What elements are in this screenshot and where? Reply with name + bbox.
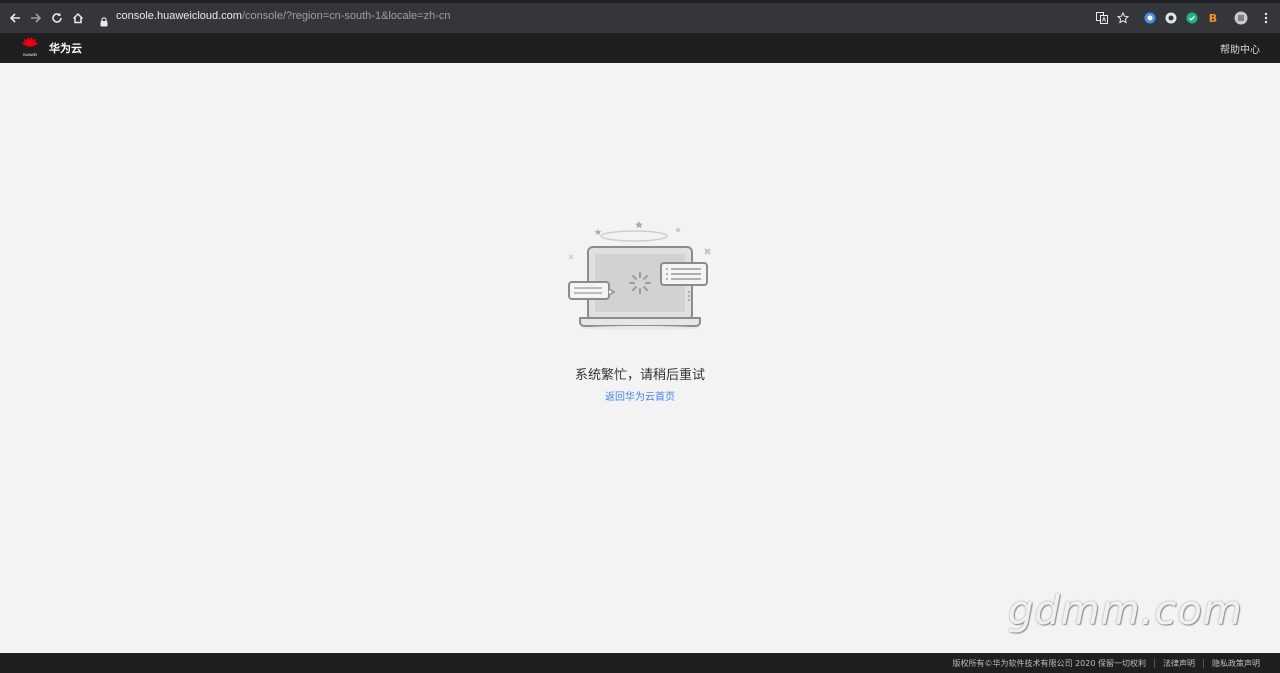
top-nav: HUAWEI 华为云 帮助中心 (0, 33, 1280, 63)
extension-green-icon[interactable] (1184, 10, 1200, 26)
brand-name[interactable]: 华为云 (49, 40, 82, 56)
address-bar[interactable]: console.huaweicloud.com/console/?region=… (92, 7, 1138, 29)
reload-icon[interactable] (47, 8, 67, 28)
url-host: console.huaweicloud.com (116, 10, 242, 22)
logo-text: HUAWEI (23, 53, 37, 57)
footer-divider (1203, 659, 1204, 668)
system-busy-illustration (564, 218, 716, 332)
legal-notice-link[interactable]: 法律声明 (1163, 658, 1195, 669)
profile-avatar[interactable] (1233, 10, 1249, 26)
huawei-logo-icon[interactable]: HUAWEI (20, 36, 40, 58)
forward-arrow-icon[interactable] (26, 8, 46, 28)
help-center-link[interactable]: 帮助中心 (1220, 41, 1260, 56)
translate-icon[interactable] (1094, 10, 1110, 26)
footer-links: 版权所有©华为软件技术有限公司 2020 保留一切权利 法律声明 隐私政策声明 (953, 658, 1260, 669)
error-message: 系统繁忙，请稍后重试 (574, 368, 705, 383)
extension-white-icon[interactable] (1163, 10, 1179, 26)
url-text: console.huaweicloud.com/console/?region=… (116, 10, 451, 22)
extension-b-icon[interactable]: B (1205, 10, 1221, 26)
back-arrow-icon[interactable] (5, 8, 25, 28)
footer-divider (1154, 659, 1155, 668)
extension-blue-icon[interactable] (1142, 10, 1158, 26)
url-path: /console/?region=cn-south-1&locale=zh-cn (241, 10, 451, 22)
footer: 版权所有©华为软件技术有限公司 2020 保留一切权利 法律声明 隐私政策声明 (0, 653, 1280, 673)
star-icon[interactable] (1115, 10, 1131, 26)
copyright-text: 版权所有©华为软件技术有限公司 2020 保留一切权利 (952, 659, 1146, 668)
home-icon[interactable] (68, 8, 88, 28)
return-home-link[interactable]: 返回华为云首页 (0, 388, 1280, 403)
menu-dots-icon[interactable] (1258, 10, 1274, 26)
lock-icon (100, 12, 108, 31)
watermark-text: gdmm.com (1008, 588, 1243, 634)
privacy-policy-link[interactable]: 隐私政策声明 (1212, 658, 1260, 669)
browser-toolbar: console.huaweicloud.com/console/?region=… (0, 0, 1280, 33)
